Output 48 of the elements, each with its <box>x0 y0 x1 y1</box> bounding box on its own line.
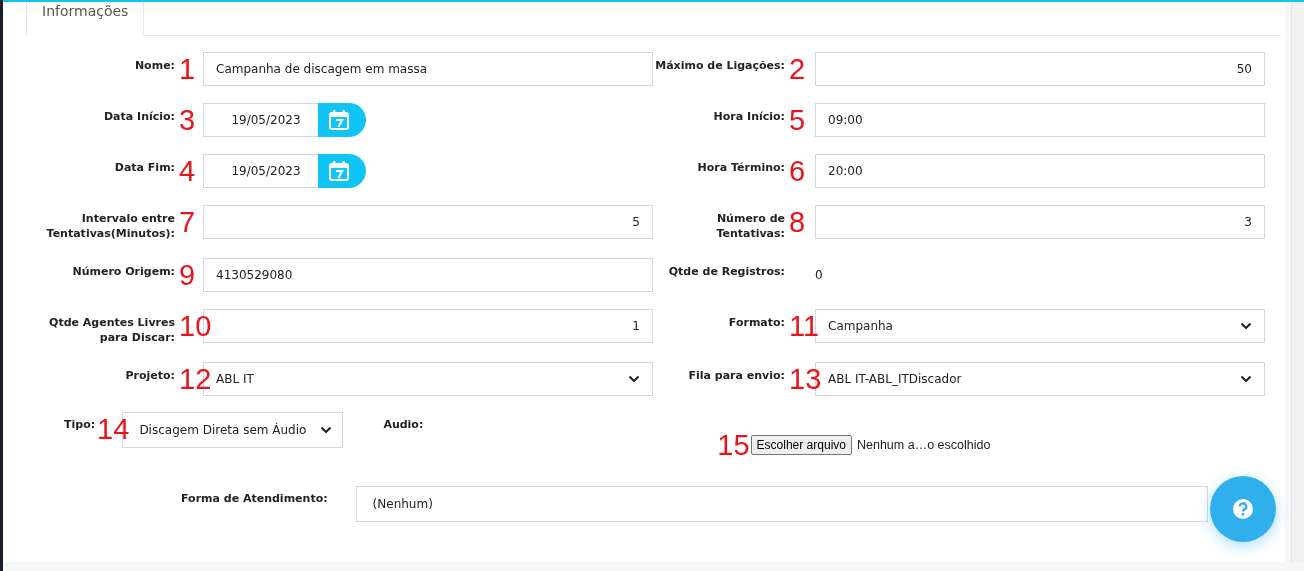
input-field[interactable]: 50 <box>815 52 1265 86</box>
input-field[interactable]: 3 <box>815 205 1265 239</box>
calendar-icon <box>328 160 350 182</box>
choose-file-button[interactable]: Escolher arquivo <box>750 435 852 455</box>
field-label: Audio: <box>383 417 424 431</box>
field-label: Forma de Atendimento: <box>181 491 328 505</box>
annotation-number: 3 <box>179 103 196 137</box>
field-label: Máximo de Ligações: <box>654 58 785 74</box>
chevron-icon <box>1240 375 1252 383</box>
calendar-button[interactable] <box>318 103 366 137</box>
field-label: Formato: <box>727 315 785 331</box>
field-label: Projeto: <box>124 368 175 384</box>
annotation-number: 8 <box>789 205 806 239</box>
chevron-icon <box>320 426 333 434</box>
field-label: Qtde Agentes Livres para Discar: <box>48 315 175 345</box>
input-field[interactable]: 20:00 <box>815 154 1265 188</box>
input-field[interactable]: Campanha de discagem em massa <box>203 52 653 86</box>
tab[interactable]: Informações <box>27 2 145 36</box>
annotation-number: 9 <box>179 258 196 292</box>
input-field[interactable]: 5 <box>203 205 653 239</box>
field-label: Data Fim: <box>113 160 175 176</box>
input-field[interactable]: 09:00 <box>815 103 1265 137</box>
value-text: 0 <box>815 267 824 282</box>
annotation-number: 4 <box>179 154 196 188</box>
calendar-button[interactable] <box>318 154 366 188</box>
file-status-text: Nenhum a…o escolhido <box>857 438 991 452</box>
chevron-icon <box>628 375 640 383</box>
field-label: Hora Início: <box>712 109 785 125</box>
field-label: Fila para envio: <box>687 368 785 384</box>
field-label: Intervalo entre Tentativas(Minutos): <box>45 211 175 241</box>
field-label: Número de Tentativas: <box>715 211 785 241</box>
annotation-number: 15 <box>717 428 750 462</box>
annotation-number: 1 <box>179 52 196 86</box>
field-label: Nome: <box>133 58 175 74</box>
calendar-icon <box>328 109 350 131</box>
chevron-icon <box>1240 322 1252 330</box>
annotation-number: 2 <box>789 52 806 86</box>
input-field[interactable]: 4130529080 <box>203 258 653 292</box>
annotation-number: 6 <box>789 154 806 188</box>
field-label: Número Origem: <box>71 264 175 280</box>
field-label: Qtde de Registros: <box>667 264 785 280</box>
annotation-number: 7 <box>179 205 196 239</box>
field-label: Tipo: <box>64 417 96 431</box>
annotation-number: 5 <box>789 103 806 137</box>
field-label: Data Início: <box>103 109 175 125</box>
input-field[interactable]: (Nenhum) <box>355 486 1208 522</box>
field-label: Hora Término: <box>696 160 785 176</box>
help-icon <box>1232 498 1254 520</box>
